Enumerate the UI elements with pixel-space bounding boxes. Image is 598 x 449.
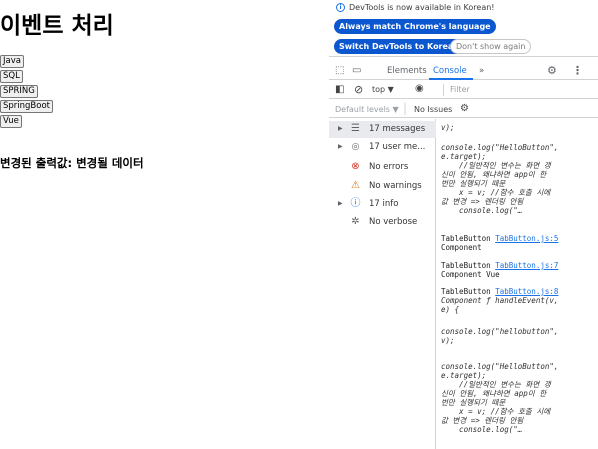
sidebar-item-label: 17 user me... bbox=[369, 142, 426, 152]
expand-arrow-icon[interactable]: ▶ bbox=[338, 125, 343, 132]
info-message: i DevTools is now available in Korean! bbox=[336, 1, 495, 13]
sidebar-item-label: 17 info bbox=[369, 199, 399, 209]
java-button[interactable]: Java bbox=[0, 55, 24, 68]
clear-console-icon[interactable]: ⊘ bbox=[354, 83, 363, 96]
tab-elements[interactable]: Elements bbox=[387, 66, 427, 76]
expand-arrow-icon[interactable]: ▶ bbox=[338, 143, 343, 150]
log-text: TableButton bbox=[441, 261, 496, 270]
sidebar-item-label: No errors bbox=[369, 162, 409, 172]
devtools-panel: i DevTools is now available in Korean! A… bbox=[329, 0, 598, 449]
result-text: 변경된 출력값: 변경될 데이터 bbox=[0, 156, 144, 170]
default-levels-dropdown[interactable]: Default levels ▼ bbox=[335, 105, 399, 114]
springboot-button[interactable]: SpringBoot bbox=[0, 100, 53, 113]
source-link[interactable]: TabButton.js:5 bbox=[495, 234, 558, 243]
sidebar-item-label: No verbose bbox=[369, 217, 418, 227]
sidebar-item-label: No warnings bbox=[369, 181, 422, 191]
source-link[interactable]: TabButton.js:8 bbox=[495, 287, 558, 296]
console-message: console.log("HelloButton", e.target); //… bbox=[441, 143, 559, 215]
console-message: console.log("HelloButton", e.target); //… bbox=[441, 362, 559, 434]
console-message: console.log("hellobutton", v); bbox=[441, 327, 559, 345]
filter-input[interactable]: Filter bbox=[443, 84, 593, 96]
device-toggle-icon[interactable]: ▭ bbox=[352, 65, 361, 76]
page-title: 이벤트 처리 bbox=[0, 13, 114, 39]
sidebar-item-label: 17 messages bbox=[369, 124, 426, 134]
sidebar-toggle-icon[interactable]: ◧ bbox=[335, 84, 344, 95]
log-text: TableButton bbox=[441, 287, 496, 296]
active-tab-indicator bbox=[429, 78, 473, 80]
log-text: TableButton bbox=[441, 234, 496, 243]
console-message: Component bbox=[441, 243, 482, 252]
info-icon: ⓘ bbox=[350, 198, 361, 209]
sidebar-item-errors[interactable]: ⊗ No errors bbox=[329, 159, 436, 176]
user-icon: ◎ bbox=[351, 142, 360, 152]
inspect-icon[interactable]: ⬚ bbox=[335, 65, 344, 76]
console-message: TableButton TabButton.js:7 bbox=[441, 261, 595, 270]
sidebar-item-user-messages[interactable]: ▶ ◎ 17 user me... bbox=[329, 139, 436, 156]
console-sidebar: ▶ ☰ 17 messages ▶ ◎ 17 user me... ⊗ No e… bbox=[329, 119, 436, 449]
divider: | bbox=[403, 101, 408, 115]
console-message: v); bbox=[441, 123, 455, 132]
info-icon: i bbox=[336, 2, 345, 12]
context-selector[interactable]: top ▼ bbox=[372, 85, 394, 94]
sidebar-item-verbose[interactable]: ✲ No verbose bbox=[329, 214, 436, 231]
switch-korean-button[interactable]: Switch DevTools to Korean bbox=[334, 39, 465, 54]
console-message: Component ƒ handleEvent(v, e) { bbox=[441, 296, 559, 314]
console-toolbar: ◧ ⊘ top ▼ ◉ Filter bbox=[329, 82, 598, 99]
button-stack: Java SQL SPRING SpringBoot Vue bbox=[0, 55, 53, 130]
console-message: TableButton TabButton.js:8 bbox=[441, 287, 595, 296]
console-message: TableButton TabButton.js:5 bbox=[441, 234, 595, 243]
devtools-tabbar: ⬚ ▭ Elements Console » ⚙ ⋮ bbox=[329, 63, 598, 80]
source-link[interactable]: TabButton.js:7 bbox=[495, 261, 558, 270]
sql-button[interactable]: SQL bbox=[0, 70, 23, 83]
sidebar-item-messages[interactable]: ▶ ☰ 17 messages bbox=[329, 121, 436, 138]
error-icon: ⊗ bbox=[351, 161, 360, 172]
tab-console[interactable]: Console bbox=[433, 66, 467, 76]
bug-icon: ✲ bbox=[351, 216, 360, 227]
language-infobar: i DevTools is now available in Korean! A… bbox=[329, 0, 598, 57]
dont-show-again-button[interactable]: Don't show again bbox=[450, 39, 532, 54]
levels-bar: Default levels ▼ | No Issues ⚙ bbox=[329, 101, 598, 118]
more-options-icon[interactable]: ⋮ bbox=[572, 64, 583, 77]
warning-icon: ⚠ bbox=[351, 180, 360, 191]
page-content: 이벤트 처리 Java SQL SPRING SpringBoot Vue 변경… bbox=[0, 0, 329, 449]
sidebar-item-info[interactable]: ▶ ⓘ 17 info bbox=[329, 196, 436, 213]
live-expression-eye-icon[interactable]: ◉ bbox=[415, 83, 424, 94]
issues-button[interactable]: No Issues bbox=[414, 105, 452, 114]
info-text: DevTools is now available in Korean! bbox=[349, 2, 495, 12]
more-tabs-icon[interactable]: » bbox=[479, 66, 484, 76]
console-message: Component Vue bbox=[441, 270, 500, 279]
vue-button[interactable]: Vue bbox=[0, 115, 22, 128]
spring-button[interactable]: SPRING bbox=[0, 85, 38, 98]
console-output: v); console.log("HelloButton", e.target)… bbox=[439, 119, 598, 449]
settings-gear-icon[interactable]: ⚙ bbox=[547, 64, 557, 77]
list-icon: ☰ bbox=[351, 123, 360, 134]
console-settings-icon[interactable]: ⚙ bbox=[460, 103, 469, 114]
sidebar-item-warnings[interactable]: ⚠ No warnings bbox=[329, 178, 436, 195]
match-language-button[interactable]: Always match Chrome's language bbox=[334, 19, 496, 34]
expand-arrow-icon[interactable]: ▶ bbox=[338, 200, 343, 207]
